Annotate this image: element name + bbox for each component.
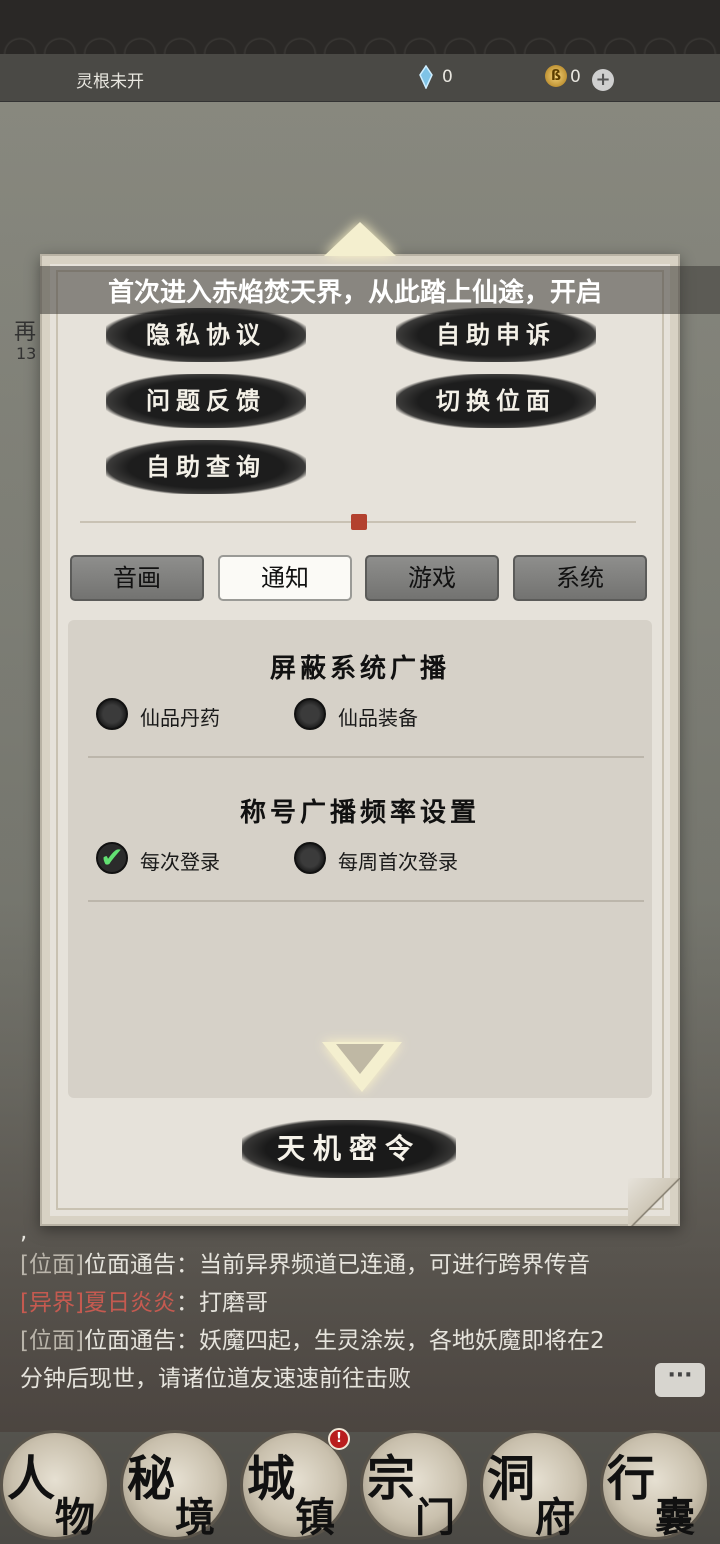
feedback-button[interactable]: 问题反馈 bbox=[106, 374, 306, 428]
page-curl-decoration bbox=[628, 1178, 680, 1226]
spirit-root-status: 灵根未开 bbox=[76, 72, 144, 92]
notification-settings-card: 屏蔽系统广播 仙品丹药 仙品装备 称号广播频率设置 ✔ 每次登录 每周首次登录 bbox=[68, 620, 652, 1098]
self-query-button[interactable]: 自助查询 bbox=[106, 440, 306, 494]
chat-tag: [异界] bbox=[20, 1290, 84, 1316]
nav-secret-realm-button[interactable]: 秘 境 bbox=[120, 1430, 230, 1541]
seal-icon bbox=[351, 514, 367, 530]
town-alert-badge: ! bbox=[328, 1428, 350, 1450]
resource-bar: 灵根未开 0 ß 0 + bbox=[0, 54, 720, 102]
coin-count: 0 bbox=[570, 67, 581, 87]
nav-char-2: 府 bbox=[535, 1494, 575, 1541]
coin-icon: ß bbox=[545, 65, 567, 87]
chat-sep: ： bbox=[175, 1290, 199, 1316]
option-label: 仙品装备 bbox=[338, 706, 418, 730]
switch-plane-button[interactable]: 切换位面 bbox=[396, 374, 596, 428]
chat-sep: ： bbox=[175, 1328, 199, 1354]
tab-game[interactable]: 游戏 bbox=[365, 555, 499, 601]
radio-weekly-first-login[interactable] bbox=[294, 842, 326, 874]
nav-char-2: 囊 bbox=[655, 1494, 695, 1541]
chat-sep: ： bbox=[175, 1252, 199, 1278]
option-label: 每次登录 bbox=[140, 850, 220, 874]
spirit-stone-count: 0 bbox=[442, 67, 453, 87]
nav-char-2: 物 bbox=[55, 1494, 95, 1541]
nav-char-2: 境 bbox=[175, 1494, 215, 1541]
chat-message: [位面]位面通告：妖魔四起，生灵涂炭，各地妖魔即将在2分钟后现世，请诸位道友速速… bbox=[20, 1322, 620, 1398]
nav-char-1: 人 bbox=[7, 1451, 56, 1507]
chat-message: [异界]夏日炎炎：打磨哥 bbox=[20, 1284, 620, 1322]
option-label: 仙品丹药 bbox=[140, 706, 220, 730]
background-side-text: 再 bbox=[14, 320, 37, 345]
nav-sect-button[interactable]: 宗 门 bbox=[360, 1430, 470, 1541]
nav-cave-button[interactable]: 洞 府 bbox=[480, 1430, 590, 1541]
secret-code-button[interactable]: 天机密令 bbox=[242, 1120, 456, 1178]
background-side-number: 13 bbox=[16, 344, 37, 363]
scroll-up-arrow-icon[interactable] bbox=[324, 222, 396, 256]
section-title-title-broadcast: 称号广播频率设置 bbox=[239, 798, 480, 828]
marquee-text: 首次进入赤焰焚天界，从此踏上仙途，开启 bbox=[108, 278, 603, 308]
section-separator bbox=[88, 900, 644, 902]
radio-every-login-checked[interactable]: ✔ bbox=[96, 842, 128, 874]
tab-system[interactable]: 系统 bbox=[513, 555, 647, 601]
nav-char-1: 洞 bbox=[487, 1451, 536, 1507]
nav-char-1: 城 bbox=[247, 1451, 296, 1507]
bottom-nav: 人 物 秘 境 城 镇 宗 门 洞 府 行 囊 bbox=[0, 1424, 720, 1544]
chat-speaker[interactable]: 位面通告 bbox=[84, 1252, 176, 1278]
toggle-equipment-broadcast[interactable] bbox=[294, 698, 326, 730]
chat-speaker[interactable]: 夏日炎炎 bbox=[84, 1290, 176, 1316]
nav-char-1: 宗 bbox=[367, 1451, 416, 1507]
announcement-marquee: 首次进入赤焰焚天界，从此踏上仙途，开启 bbox=[40, 266, 720, 314]
chat-text: 当前异界频道已连通，可进行跨界传音 bbox=[198, 1252, 590, 1278]
add-currency-button[interactable]: + bbox=[592, 69, 614, 91]
chat-log[interactable]: , [位面]位面通告：当前异界频道已连通，可进行跨界传音 [异界]夏日炎炎：打磨… bbox=[20, 1221, 620, 1398]
nav-bag-button[interactable]: 行 囊 bbox=[600, 1430, 710, 1541]
spirit-stone-icon bbox=[419, 65, 433, 89]
tab-audio-video[interactable]: 音画 bbox=[70, 555, 204, 601]
nav-char-2: 门 bbox=[415, 1494, 455, 1541]
chat-message: [位面]位面通告：当前异界频道已连通，可进行跨界传音 bbox=[20, 1246, 620, 1284]
chat-tag: [位面] bbox=[20, 1328, 84, 1354]
nav-char-1: 秘 bbox=[127, 1451, 176, 1507]
chat-speaker[interactable]: 位面通告 bbox=[84, 1328, 176, 1354]
option-label: 每周首次登录 bbox=[338, 850, 458, 874]
self-appeal-button[interactable]: 自助申诉 bbox=[396, 308, 596, 362]
section-title-block-broadcast: 屏蔽系统广播 bbox=[269, 654, 450, 684]
top-wave-banner bbox=[0, 0, 720, 54]
toggle-elixir-broadcast[interactable] bbox=[96, 698, 128, 730]
nav-character-button[interactable]: 人 物 bbox=[0, 1430, 110, 1541]
chat-tag: [位面] bbox=[20, 1252, 84, 1278]
chat-toggle-button[interactable]: ··· bbox=[655, 1363, 705, 1397]
tab-notifications[interactable]: 通知 bbox=[218, 555, 352, 601]
nav-char-1: 行 bbox=[607, 1451, 656, 1507]
nav-char-2: 镇 bbox=[295, 1494, 335, 1541]
scroll-down-arrow-inner bbox=[336, 1044, 384, 1074]
privacy-policy-button[interactable]: 隐私协议 bbox=[106, 308, 306, 362]
chat-text: 打磨哥 bbox=[198, 1290, 268, 1316]
section-separator bbox=[88, 756, 644, 758]
